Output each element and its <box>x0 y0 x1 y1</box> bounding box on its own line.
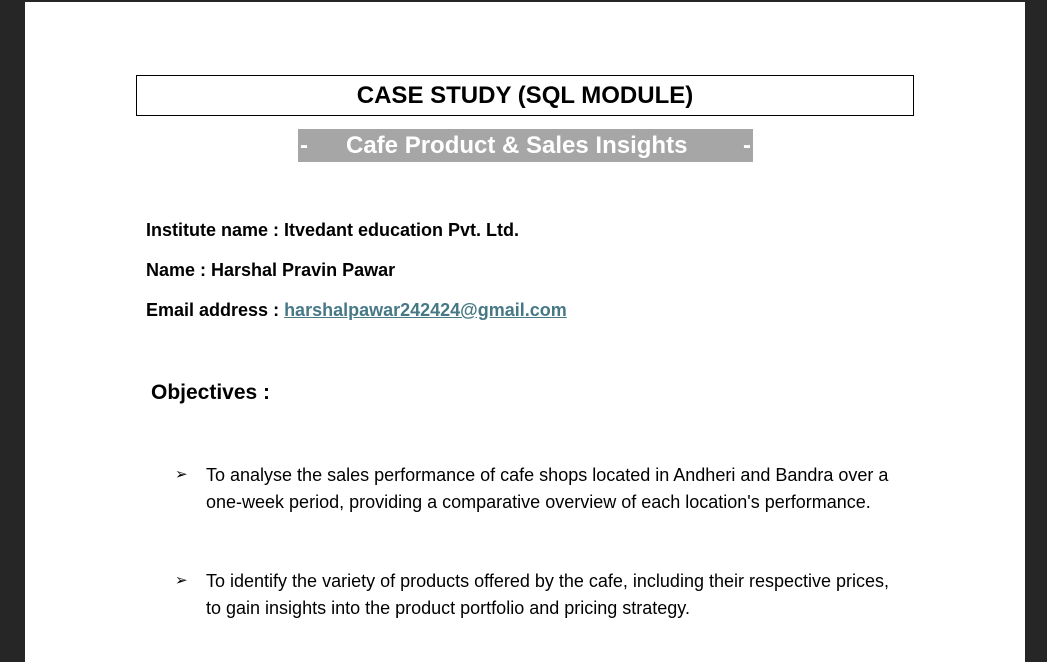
subtitle-banner: - Cafe Product & Sales Insights - <box>298 129 753 162</box>
email-label: Email address : <box>146 300 285 320</box>
title-text: CASE STUDY (SQL MODULE) <box>356 81 694 109</box>
subtitle-dash-right: - <box>743 132 751 159</box>
objective-text: To analyse the sales performance of cafe… <box>206 465 889 512</box>
email-line: Email address : harshalpawar242424@gmail… <box>146 300 567 321</box>
objective-text: To identify the variety of products offe… <box>206 571 890 618</box>
arrow-bullet-icon: ➢ <box>175 466 188 483</box>
objectives-heading: Objectives : <box>151 381 271 404</box>
subtitle-text: Cafe Product & Sales Insights <box>346 132 688 159</box>
document-page: CASE STUDY (SQL MODULE) - Cafe Product &… <box>25 2 1025 662</box>
institute-name: Institute name : Itvedant education Pvt.… <box>146 220 520 240</box>
student-name: Name : Harshal Pravin Pawar <box>146 260 396 280</box>
email-link[interactable]: harshalpawar242424@gmail.com <box>284 300 567 320</box>
subtitle-dash-left: - <box>300 132 308 159</box>
document-title: CASE STUDY (SQL MODULE) <box>136 75 914 116</box>
arrow-bullet-icon: ➢ <box>175 572 188 589</box>
